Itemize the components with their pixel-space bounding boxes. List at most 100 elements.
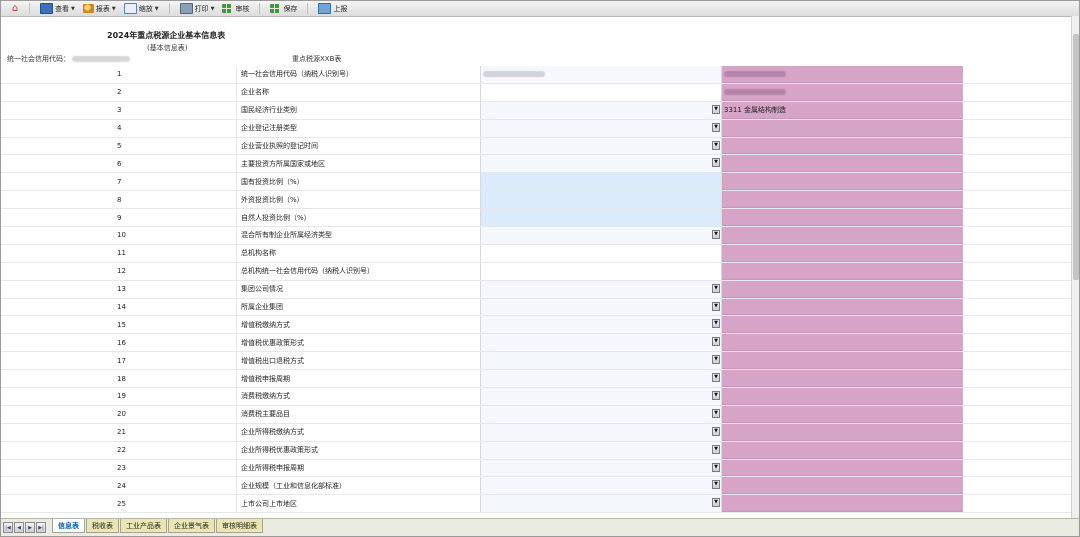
- reference-cell: [722, 441, 963, 459]
- zoom-menu-button[interactable]: 缩放 ▼: [120, 2, 163, 15]
- sheet-tab[interactable]: 工业产品表: [120, 519, 167, 533]
- sheet-tab[interactable]: 信息表: [52, 519, 85, 533]
- chevron-down-icon[interactable]: ▼: [712, 408, 720, 418]
- chevron-down-icon: ▼: [111, 5, 116, 12]
- row-number: 21: [1, 423, 237, 441]
- reference-cell: [722, 191, 963, 209]
- next-sheet-icon[interactable]: ▶: [25, 522, 35, 533]
- value-select[interactable]: ▼: [481, 405, 722, 423]
- value-select[interactable]: ▼: [481, 388, 722, 405]
- row-label: 主要投资方所属国家或地区: [237, 155, 481, 173]
- toolbar-separator: [168, 3, 170, 14]
- row-number: 18: [1, 370, 237, 388]
- credit-code-redacted: [72, 56, 130, 62]
- row-number: 15: [1, 316, 237, 334]
- chevron-down-icon[interactable]: ▼: [712, 498, 720, 508]
- chevron-down-icon[interactable]: ▼: [712, 158, 720, 168]
- report-menu-button[interactable]: 报表 ▼: [79, 2, 120, 15]
- scrollbar-thumb[interactable]: [1073, 34, 1079, 280]
- reference-cell: 3311 金属结构制造: [722, 101, 963, 119]
- chevron-down-icon: ▼: [154, 5, 159, 12]
- chevron-down-icon[interactable]: ▼: [712, 391, 720, 401]
- submit-button[interactable]: 上报: [314, 2, 351, 15]
- zoom-menu-label: 缩放: [138, 4, 153, 13]
- row-number: 14: [1, 298, 237, 316]
- audit-button[interactable]: 审核: [218, 2, 253, 15]
- save-label: 保存: [283, 4, 298, 13]
- value-select[interactable]: ▼: [481, 459, 722, 477]
- value-select[interactable]: ▼: [481, 352, 722, 370]
- row-label: 消费税主要品目: [237, 405, 481, 423]
- value-input[interactable]: [481, 262, 722, 280]
- chevron-down-icon[interactable]: ▼: [712, 301, 720, 311]
- prev-sheet-icon[interactable]: ◀: [14, 522, 24, 533]
- row-label: 消费税缴纳方式: [237, 388, 481, 405]
- value-select[interactable]: ▼: [481, 495, 722, 513]
- reference-cell: [722, 119, 963, 137]
- chevron-down-icon[interactable]: ▼: [712, 355, 720, 365]
- audit-label: 审核: [235, 4, 250, 13]
- row-number: 3: [1, 101, 237, 119]
- row-label: 企业规模（工业和信息化部标准）: [237, 477, 481, 495]
- value-select[interactable]: ▼: [481, 155, 722, 173]
- value-input[interactable]: [481, 209, 722, 227]
- print-menu-button[interactable]: 打印 ▼: [176, 2, 219, 15]
- home-icon[interactable]: ⌂: [7, 2, 23, 15]
- row-number: 1: [1, 66, 237, 83]
- table-row: 23 企业所得税申报周期 ▼: [1, 459, 1071, 478]
- vertical-scrollbar[interactable]: [1071, 16, 1079, 518]
- chevron-down-icon[interactable]: ▼: [712, 426, 720, 436]
- chevron-down-icon[interactable]: ▼: [712, 104, 720, 114]
- chevron-down-icon[interactable]: ▼: [712, 444, 720, 454]
- chevron-down-icon[interactable]: ▼: [712, 140, 720, 150]
- page-subtitle: (基本信息表): [147, 44, 188, 52]
- value-input[interactable]: [481, 173, 722, 191]
- report-icon: [82, 4, 94, 13]
- first-sheet-icon[interactable]: |◀: [3, 522, 13, 533]
- sheet-tab[interactable]: 审核明细表: [216, 519, 263, 533]
- last-sheet-icon[interactable]: ▶|: [36, 522, 46, 533]
- value-select[interactable]: ▼: [481, 137, 722, 155]
- row-number: 22: [1, 441, 237, 459]
- table-row: 16 增值税优惠政策形式 ▼: [1, 334, 1071, 353]
- chevron-down-icon[interactable]: ▼: [712, 122, 720, 132]
- chevron-down-icon[interactable]: ▼: [712, 480, 720, 490]
- sheet-tab[interactable]: 税收表: [86, 519, 119, 533]
- table-row: 19 消费税缴纳方式 ▼: [1, 388, 1071, 406]
- table-row: 11 总机构名称: [1, 244, 1071, 263]
- chevron-down-icon[interactable]: ▼: [712, 230, 720, 240]
- row-label: 企业登记注册类型: [237, 119, 481, 137]
- value-select[interactable]: ▼: [481, 441, 722, 459]
- table-row: 10 混合所有制企业所属经济类型 ▼: [1, 227, 1071, 245]
- value-input[interactable]: [481, 244, 722, 262]
- save-button[interactable]: 保存: [266, 2, 301, 15]
- value-select[interactable]: ▼: [481, 280, 722, 298]
- chevron-down-icon[interactable]: ▼: [712, 283, 720, 293]
- chevron-down-icon[interactable]: ▼: [712, 373, 720, 383]
- value-select[interactable]: ▼: [481, 334, 722, 352]
- monitor-icon: [40, 3, 53, 14]
- value-select[interactable]: ▼: [481, 423, 722, 441]
- reference-cell: [722, 155, 963, 173]
- value-select[interactable]: ▼: [481, 227, 722, 244]
- sheet-tab[interactable]: 企业景气表: [168, 519, 215, 533]
- chevron-down-icon[interactable]: ▼: [712, 319, 720, 329]
- value-input[interactable]: [481, 83, 722, 101]
- value-input[interactable]: [481, 66, 722, 83]
- chevron-down-icon[interactable]: ▼: [712, 462, 720, 472]
- table-row: 9 自然人投资比例（%）: [1, 209, 1071, 228]
- chevron-down-icon[interactable]: ▼: [712, 337, 720, 347]
- value-select[interactable]: ▼: [481, 370, 722, 388]
- value-select[interactable]: ▼: [481, 477, 722, 495]
- row-number: 24: [1, 477, 237, 495]
- table-row: 15 增值税缴纳方式 ▼: [1, 316, 1071, 335]
- row-label: 企业营业执照的登记时间: [237, 137, 481, 155]
- value-select[interactable]: ▼: [481, 316, 722, 334]
- value-input[interactable]: [481, 191, 722, 209]
- reference-cell: [722, 262, 963, 280]
- value-select[interactable]: ▼: [481, 119, 722, 137]
- value-select[interactable]: ▼: [481, 101, 722, 119]
- reference-cell: [722, 298, 963, 316]
- view-menu-button[interactable]: 查看 ▼: [36, 2, 79, 15]
- value-select[interactable]: ▼: [481, 298, 722, 316]
